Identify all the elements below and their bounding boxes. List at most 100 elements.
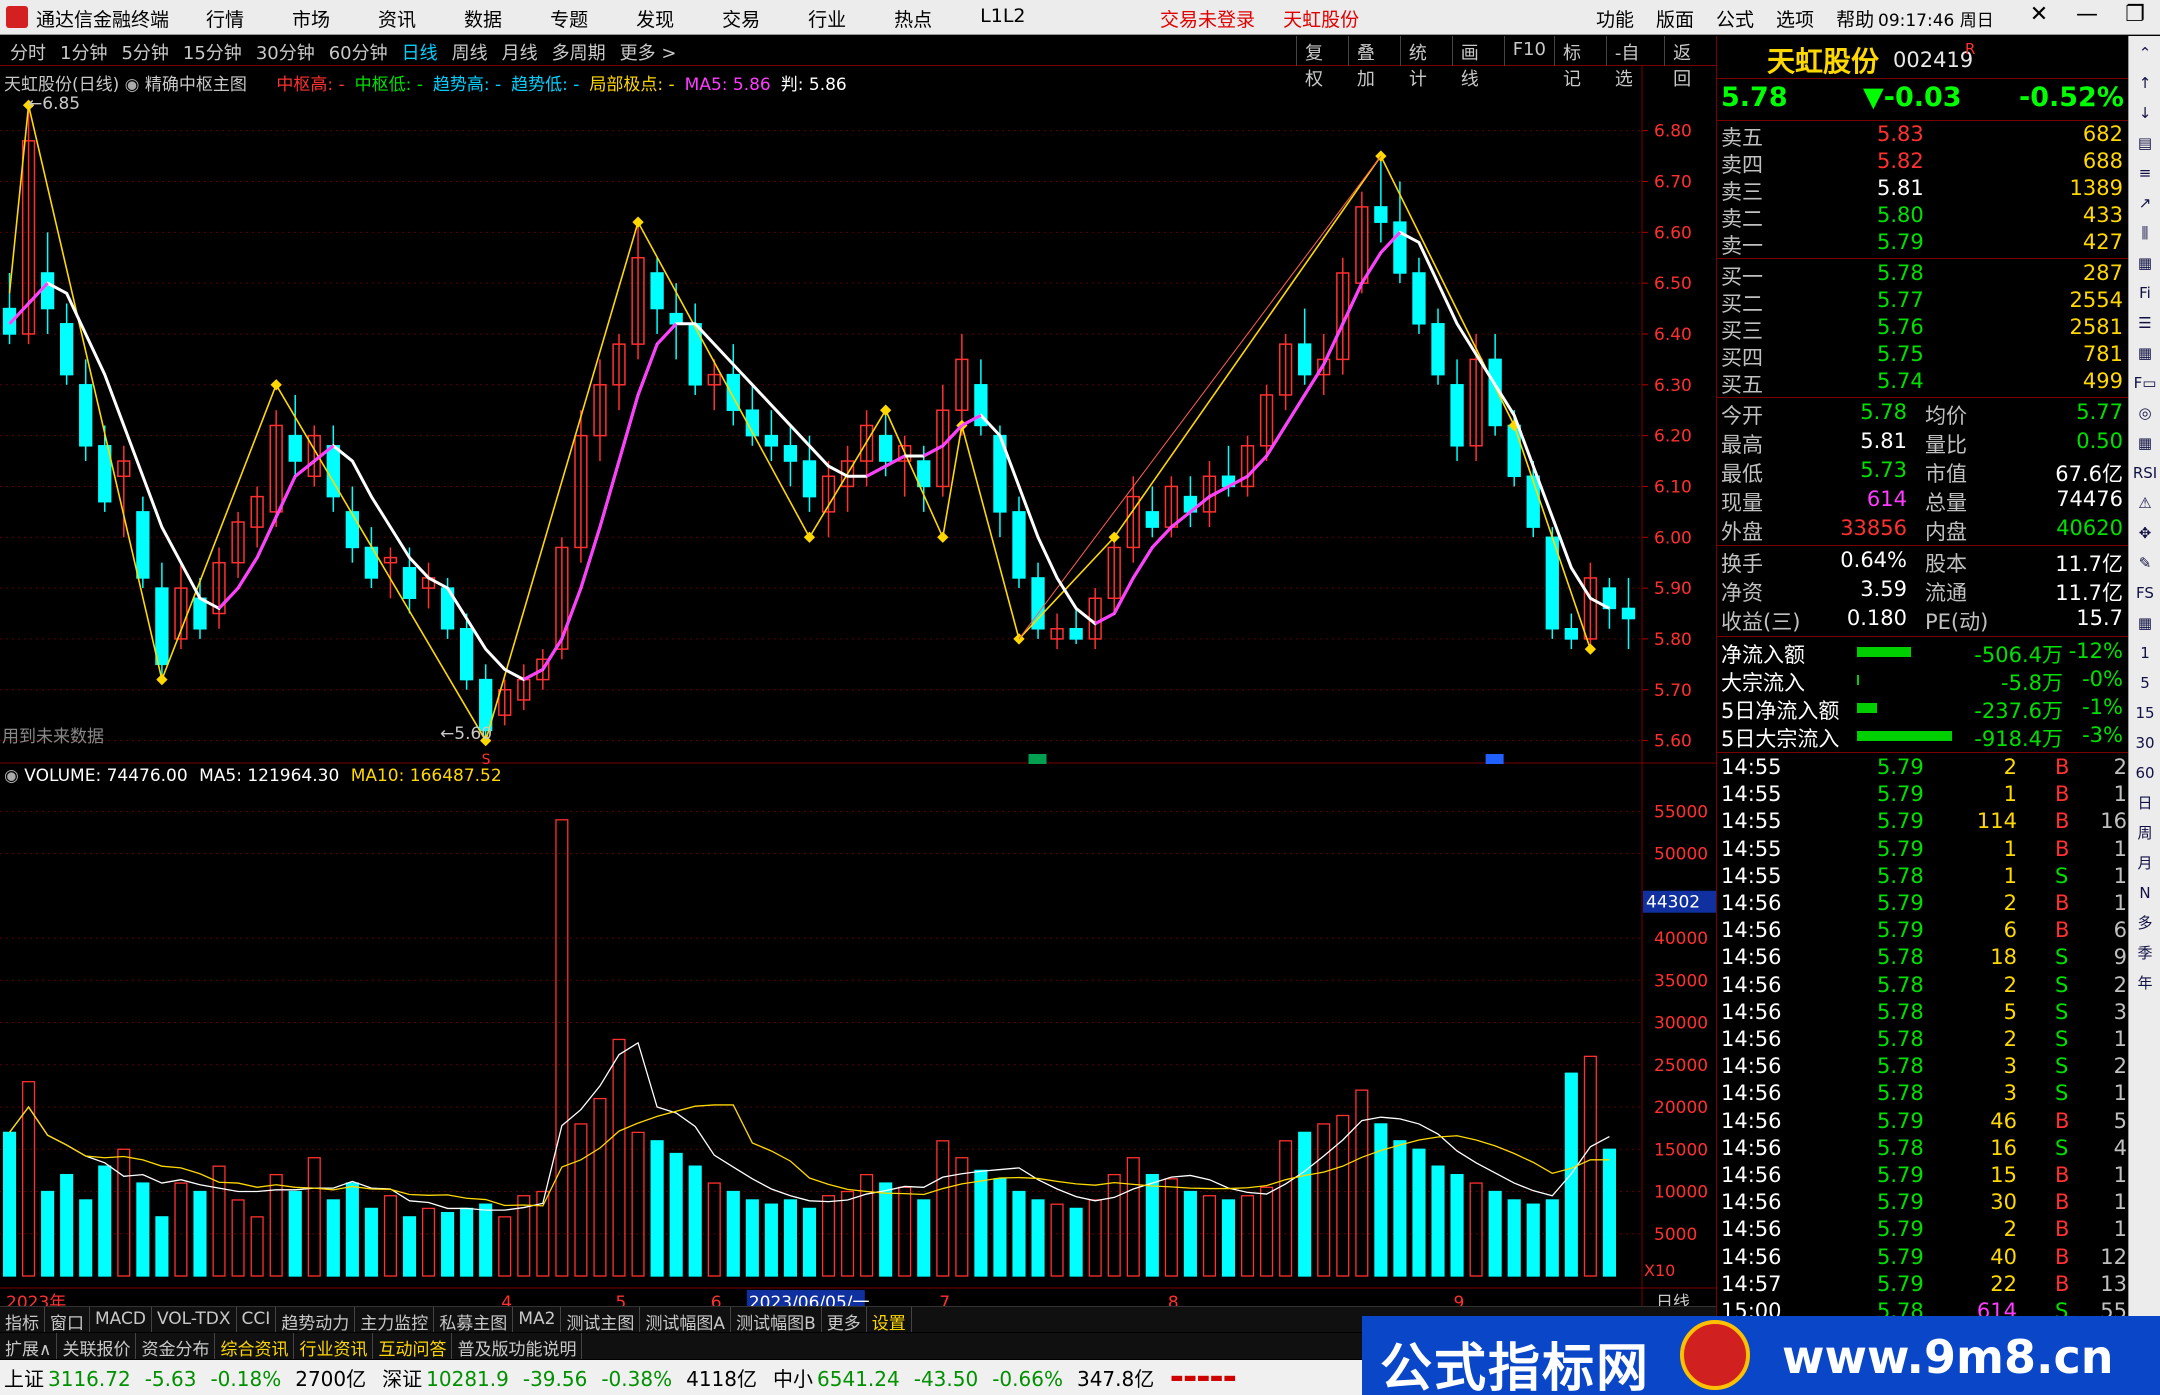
period-tab[interactable]: 30分钟 <box>256 39 315 65</box>
menu-item[interactable]: 热点 <box>894 5 932 32</box>
period-tab[interactable]: 多周期 <box>552 39 606 65</box>
indicator-tab[interactable]: 测试幅图A <box>640 1307 732 1334</box>
period-tab[interactable]: 5分钟 <box>121 39 168 65</box>
chart-tool-button[interactable]: 复权 <box>1296 36 1348 90</box>
side-tool-icon[interactable]: N <box>2131 880 2159 906</box>
ask-row[interactable]: 卖五 5.83 682 <box>1717 122 2129 150</box>
close-icon[interactable]: ✕ <box>2015 2 2063 27</box>
menu-item[interactable]: 发现 <box>636 5 674 32</box>
side-tool-icon[interactable]: ▦ <box>2131 340 2159 366</box>
chart-tool-button[interactable]: 标记 <box>1553 36 1606 90</box>
side-tool-icon[interactable]: ▦ <box>2131 430 2159 456</box>
ask-row[interactable]: 卖四 5.82 688 <box>1717 149 2129 177</box>
indicator-tab[interactable]: MA2 <box>513 1307 562 1332</box>
indicator-dropdown-icon[interactable]: ◉ <box>125 75 145 95</box>
side-tool-icon[interactable]: 5 <box>2131 670 2159 696</box>
menu-help[interactable]: 帮助 <box>1836 5 1874 32</box>
menu-function[interactable]: 功能 <box>1596 5 1634 32</box>
indicator-tab[interactable]: 测试幅图B <box>731 1307 822 1334</box>
menu-layout[interactable]: 版面 <box>1656 5 1694 32</box>
side-tool-icon[interactable]: RSI <box>2131 460 2159 486</box>
period-tab[interactable]: 日线 <box>402 39 438 65</box>
chart-tool-button[interactable]: -自选 <box>1605 36 1664 90</box>
side-tool-icon[interactable]: 多 <box>2131 910 2159 936</box>
menu-formula[interactable]: 公式 <box>1716 5 1754 32</box>
menu-options[interactable]: 选项 <box>1776 5 1814 32</box>
extension-tab[interactable]: 资金分布 <box>136 1333 216 1360</box>
side-tool-icon[interactable]: ↑ <box>2131 70 2159 96</box>
menu-item[interactable]: 行业 <box>808 5 846 32</box>
side-tool-icon[interactable]: 日 <box>2131 790 2159 816</box>
index-quote[interactable]: 上证 3116.72 -5.63 -0.18% 2700亿 <box>4 1363 366 1392</box>
indicator-tab[interactable]: 私募主图 <box>434 1307 514 1334</box>
indicator-tab[interactable]: 测试主图 <box>561 1307 641 1334</box>
indicator-tab[interactable]: 设置 <box>867 1307 912 1334</box>
menu-item[interactable]: 交易 <box>722 5 760 32</box>
side-tool-icon[interactable]: ✥ <box>2131 520 2159 546</box>
menu-item[interactable]: 专题 <box>550 5 588 32</box>
menu-item[interactable]: L1L2 <box>980 5 1025 32</box>
side-tool-icon[interactable]: F▭ <box>2131 370 2159 396</box>
kline-chart-area[interactable]: 6.80 6.70 6.60 6.50 6.40 6.30 6.20 6.10 6.00 5.90… <box>0 66 1716 1316</box>
side-tool-icon[interactable]: ≡ <box>2131 160 2159 186</box>
index-quote[interactable]: 中小 6541.24 -43.50 -0.66% 347.8亿 <box>773 1363 1154 1392</box>
side-tool-icon[interactable]: ↗ <box>2131 190 2159 216</box>
indicator-tab[interactable]: 窗口 <box>45 1307 90 1334</box>
side-tool-icon[interactable]: ◎ <box>2131 400 2159 426</box>
bid-row[interactable]: 买四 5.75 781 <box>1717 342 2129 370</box>
extension-tab[interactable]: 综合资讯 <box>215 1333 295 1360</box>
index-quote[interactable]: 深证 10281.9 -39.56 -0.38% 4118亿 <box>382 1363 757 1392</box>
side-tool-icon[interactable]: FS <box>2131 580 2159 606</box>
side-tool-icon[interactable]: 年 <box>2131 970 2159 996</box>
side-tool-icon[interactable]: 15 <box>2131 700 2159 726</box>
indicator-tab[interactable]: 主力监控 <box>355 1307 435 1334</box>
side-tool-icon[interactable]: 月 <box>2131 850 2159 876</box>
ask-row[interactable]: 卖三 5.81 1389 <box>1717 176 2129 204</box>
side-tool-icon[interactable]: ↓ <box>2131 100 2159 126</box>
side-tool-icon[interactable]: Fi <box>2131 280 2159 306</box>
chart-tool-button[interactable]: 统计 <box>1399 36 1452 90</box>
period-tab[interactable]: 分时 <box>10 39 46 65</box>
bid-row[interactable]: 买二 5.77 2554 <box>1717 288 2129 316</box>
side-tool-icon[interactable]: ⌃ <box>2131 40 2159 66</box>
menu-item[interactable]: 数据 <box>464 5 502 32</box>
indicator-tab[interactable]: MACD <box>90 1307 152 1332</box>
chart-tool-button[interactable]: 画线 <box>1451 36 1504 90</box>
side-tool-icon[interactable]: ▦ <box>2131 250 2159 276</box>
chart-tool-button[interactable]: 叠加 <box>1347 36 1400 90</box>
side-tool-icon[interactable]: ⫼ <box>2131 220 2159 246</box>
side-tool-icon[interactable]: 30 <box>2131 730 2159 756</box>
chart-tool-button[interactable]: F10 <box>1503 36 1554 66</box>
side-tool-icon[interactable]: ▤ <box>2131 130 2159 156</box>
ask-row[interactable]: 卖二 5.80 433 <box>1717 203 2129 231</box>
menu-item[interactable]: 行情 <box>206 5 244 32</box>
indicator-tab[interactable]: 指标 <box>0 1307 45 1334</box>
menu-item[interactable]: 市场 <box>292 5 330 32</box>
menu-item[interactable]: 资讯 <box>378 5 416 32</box>
side-tool-icon[interactable]: 1 <box>2131 640 2159 666</box>
bid-row[interactable]: 买五 5.74 499 <box>1717 369 2129 397</box>
side-tool-icon[interactable]: 周 <box>2131 820 2159 846</box>
indicator-tab[interactable]: 更多 <box>822 1307 867 1334</box>
period-tab[interactable]: 60分钟 <box>329 39 388 65</box>
minimize-icon[interactable]: — <box>2063 2 2111 27</box>
side-tool-icon[interactable]: ▦ <box>2131 610 2159 636</box>
side-tool-icon[interactable]: 60 <box>2131 760 2159 786</box>
restore-icon[interactable]: ❐ <box>2111 2 2159 27</box>
bid-row[interactable]: 买一 5.78 287 <box>1717 261 2129 289</box>
indicator-tab[interactable]: CCI <box>237 1307 277 1332</box>
indicator-name[interactable]: 精确中枢主图 <box>145 75 247 95</box>
bid-row[interactable]: 买三 5.76 2581 <box>1717 315 2129 343</box>
period-tab[interactable]: 1分钟 <box>60 39 107 65</box>
extension-tab[interactable]: 互动问答 <box>373 1333 453 1360</box>
indicator-tab[interactable]: 趋势动力 <box>276 1307 356 1334</box>
extension-tab[interactable]: 行业资讯 <box>294 1333 374 1360</box>
volume-dropdown-icon[interactable]: ◉ <box>4 766 24 786</box>
period-tab[interactable]: 周线 <box>452 39 488 65</box>
side-tool-icon[interactable]: ⚠ <box>2131 490 2159 516</box>
period-tab[interactable]: 15分钟 <box>183 39 242 65</box>
extension-tab[interactable]: 扩展∧ <box>0 1333 58 1360</box>
extension-tab[interactable]: 普及版功能说明 <box>452 1333 583 1360</box>
trade-login-status[interactable]: 交易未登录 <box>1160 9 1255 31</box>
indicator-tab[interactable]: VOL-TDX <box>152 1307 237 1332</box>
